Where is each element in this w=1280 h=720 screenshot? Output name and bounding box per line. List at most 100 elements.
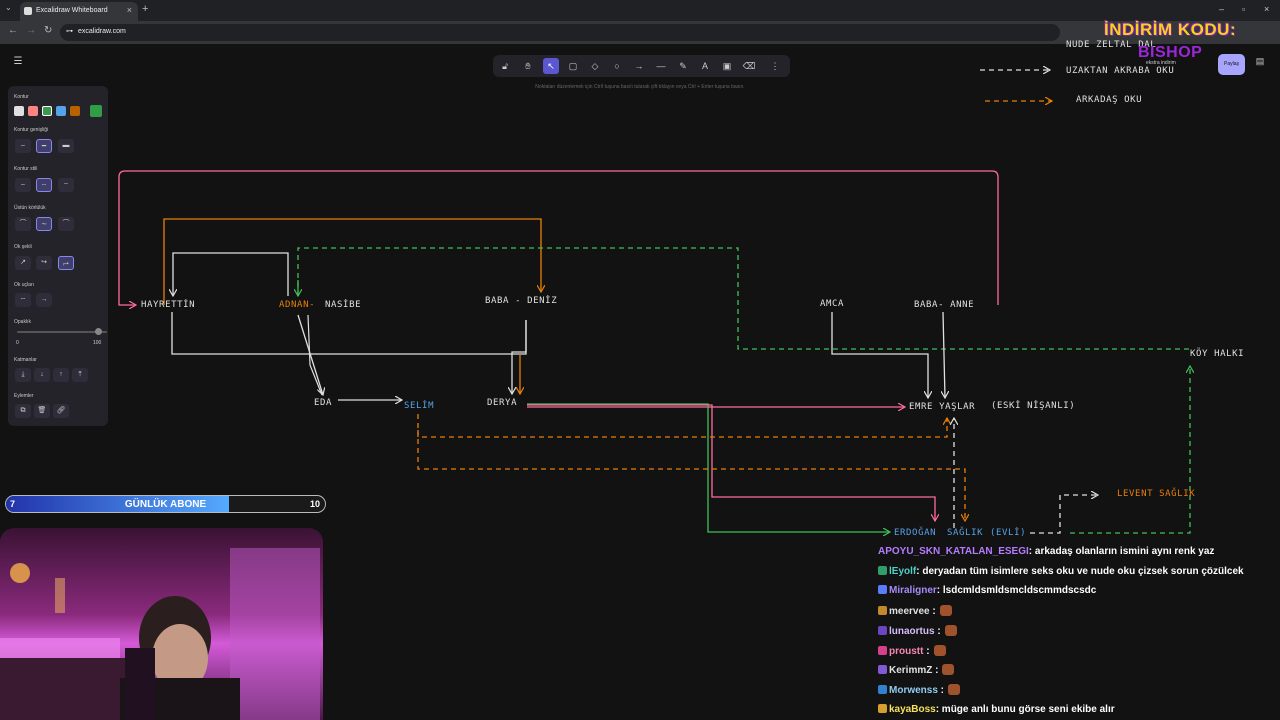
hand-icon[interactable]: ✋︎ bbox=[520, 58, 536, 74]
chat-username[interactable]: Miraligner bbox=[889, 585, 937, 596]
arrowheads-label: Ok uçları bbox=[14, 282, 35, 288]
orange-arrow-hayrettin-to-baba-deniz[interactable] bbox=[163, 218, 541, 305]
image-icon[interactable]: ▣ bbox=[719, 58, 735, 74]
chat-message: kayaBoss: müge anlı bunu görse seni ekib… bbox=[878, 703, 1115, 715]
stroke-width-label: Kontur genişliği bbox=[14, 127, 49, 133]
node-amca[interactable]: AMCA bbox=[820, 299, 844, 309]
stroke-extra-bold-button[interactable]: ▬ bbox=[58, 139, 74, 153]
node-hayrettin[interactable]: HAYRETTİN bbox=[141, 300, 195, 310]
arrow-elbow-button[interactable]: ⮣ bbox=[58, 256, 74, 270]
library-icon[interactable]: ▤ bbox=[1251, 56, 1269, 73]
stroke-color-red[interactable] bbox=[28, 106, 38, 116]
stroke-color-green[interactable] bbox=[42, 106, 52, 116]
bring-forward-icon[interactable]: ↑ bbox=[53, 368, 69, 382]
white-arrow-adnan-to-hayrettin[interactable] bbox=[173, 252, 289, 296]
delete-icon[interactable]: 🗑︎ bbox=[34, 404, 50, 418]
chat-username[interactable]: lunaortus bbox=[889, 626, 935, 637]
stroke-color-blue[interactable] bbox=[56, 106, 66, 116]
current-stroke-color[interactable] bbox=[90, 105, 102, 117]
chat-username[interactable]: KerimmZ bbox=[889, 665, 932, 676]
chat-emote-icon bbox=[944, 624, 957, 636]
sloppiness-artist-button[interactable]: ∼ bbox=[36, 217, 52, 231]
eraser-icon[interactable]: ⌫ bbox=[741, 58, 757, 74]
chat-username[interactable]: kayaBoss bbox=[889, 704, 936, 715]
node-nasibe[interactable]: NASİBE bbox=[325, 300, 361, 310]
arrowhead-start-button[interactable]: ┄ bbox=[15, 293, 31, 307]
line-icon[interactable]: — bbox=[653, 58, 669, 74]
node-selim[interactable]: SELİM bbox=[404, 401, 434, 411]
node-adnan[interactable]: ADNAN- bbox=[279, 300, 315, 310]
pencil-icon[interactable]: ✎ bbox=[675, 58, 691, 74]
opacity-min: 0 bbox=[16, 340, 19, 346]
node-derya[interactable]: DERYA bbox=[487, 398, 517, 408]
stroke-solid-button[interactable]: – bbox=[15, 178, 31, 192]
node-baba-anne[interactable]: BABA- ANNE bbox=[914, 300, 974, 310]
pink-arrow-baba-anne-to-hayrettin[interactable] bbox=[118, 170, 999, 305]
chat-message: lunaortus : bbox=[878, 624, 957, 637]
node-saglik[interactable]: SAĞLIK bbox=[947, 528, 983, 538]
text-icon[interactable]: A bbox=[697, 58, 713, 74]
opacity-slider-handle[interactable] bbox=[95, 328, 102, 335]
node-levent-saglik[interactable]: LEVENT SAĞLIK bbox=[1117, 489, 1195, 499]
ellipse-icon[interactable]: ○ bbox=[609, 58, 625, 74]
chat-username[interactable]: proustt bbox=[889, 646, 923, 657]
chat-emote-icon bbox=[942, 664, 955, 676]
diamond-icon[interactable]: ◇ bbox=[587, 58, 603, 74]
node-evli[interactable]: (EVLİ) bbox=[990, 528, 1026, 538]
chat-badge-icon bbox=[878, 565, 887, 575]
white-arrow-baba-deniz-to-derya[interactable] bbox=[512, 320, 527, 394]
green-arrow-derya-to-erdogan[interactable] bbox=[527, 403, 890, 532]
chat-username[interactable]: lEyolf bbox=[889, 566, 916, 577]
sloppiness-cartoonist-button[interactable]: ⌒ bbox=[58, 217, 74, 231]
white-arrow-amca-to-emre[interactable] bbox=[831, 312, 928, 398]
orange-dashed-selim-to-saglik[interactable] bbox=[417, 430, 965, 521]
send-to-back-icon[interactable]: ⤓ bbox=[15, 368, 31, 382]
green-dashed-to-koy-halki[interactable] bbox=[1070, 366, 1190, 534]
arrow-icon[interactable]: → bbox=[631, 58, 647, 74]
stroke-dashed-button[interactable]: ┄ bbox=[36, 178, 52, 192]
bring-to-front-icon[interactable]: ⤒ bbox=[72, 368, 88, 382]
duplicate-icon[interactable]: ⧉ bbox=[15, 404, 31, 418]
pointer-icon[interactable]: ↖ bbox=[543, 58, 559, 74]
main-menu-icon[interactable]: ☰ bbox=[10, 56, 26, 72]
white-arrow-baba-anne-to-emre[interactable] bbox=[943, 311, 945, 398]
node-baba-deniz[interactable]: BABA - DENİZ bbox=[485, 296, 557, 306]
subscriber-goal-bar: 7 GÜNLÜK ABONE 10 bbox=[5, 495, 326, 513]
legend-friend-label[interactable]: ARKADAŞ OKU bbox=[1076, 95, 1142, 105]
opacity-slider[interactable] bbox=[17, 331, 107, 333]
node-emre-yaslar[interactable]: EMRE YAŞLAR bbox=[909, 402, 975, 412]
share-button[interactable]: Paylaş bbox=[1218, 54, 1245, 75]
arrow-sharp-button[interactable]: ↗ bbox=[15, 256, 31, 270]
sloppiness-architect-button[interactable]: ⌒ bbox=[15, 217, 31, 231]
arrow-curved-button[interactable]: ↪ bbox=[36, 256, 52, 270]
pink-arrow-derya-to-saglik[interactable] bbox=[527, 404, 935, 521]
chat-username[interactable]: Morwenss bbox=[889, 685, 938, 696]
streamer-webcam bbox=[0, 528, 323, 720]
rectangle-icon[interactable]: ▢ bbox=[565, 58, 581, 74]
stroke-style-label: Kontur stili bbox=[14, 166, 38, 172]
white-dashed-saglik-to-levent[interactable] bbox=[1030, 495, 1098, 534]
node-erdogan[interactable]: ERDOĞAN bbox=[894, 528, 936, 538]
stroke-color-white[interactable] bbox=[14, 106, 24, 116]
white-arrow-adnan-to-eda[interactable] bbox=[297, 314, 323, 395]
node-eda[interactable]: EDA bbox=[314, 398, 332, 408]
white-line-hayrettin-to-baba-deniz[interactable] bbox=[171, 312, 527, 355]
green-dashed-adnan-to-koy-halki[interactable] bbox=[297, 247, 1190, 350]
send-backward-icon[interactable]: ↓ bbox=[34, 368, 50, 382]
node-koy-halki[interactable]: KÖY HALKI bbox=[1190, 349, 1244, 359]
stroke-bold-button[interactable]: ━ bbox=[36, 139, 52, 153]
promo-discount-text: İNDİRİM KODU: bbox=[1104, 20, 1237, 39]
link-icon[interactable]: 🔗︎ bbox=[53, 404, 69, 418]
stroke-thin-button[interactable]: – bbox=[15, 139, 31, 153]
lock-icon[interactable]: 🔓︎ bbox=[497, 58, 513, 74]
chat-username[interactable]: APOYU_SKN_KATALAN_ESEGI bbox=[878, 546, 1029, 557]
chat-message: KerimmZ : bbox=[878, 664, 955, 676]
stroke-color-orange[interactable] bbox=[70, 106, 80, 116]
properties-panel: Kontur Kontur genişliği – ━ ▬ Kontur sti… bbox=[8, 86, 108, 426]
node-eski-nisanli[interactable]: (ESKİ NİŞANLI) bbox=[991, 401, 1075, 411]
chat-username[interactable]: meervee bbox=[889, 606, 930, 617]
more-icon[interactable]: ⋮ bbox=[767, 58, 783, 74]
arrowhead-end-button[interactable]: → bbox=[36, 293, 52, 307]
orange-dashed-selim-to-emre[interactable] bbox=[417, 414, 947, 438]
stroke-dotted-button[interactable]: ┈ bbox=[58, 178, 74, 192]
